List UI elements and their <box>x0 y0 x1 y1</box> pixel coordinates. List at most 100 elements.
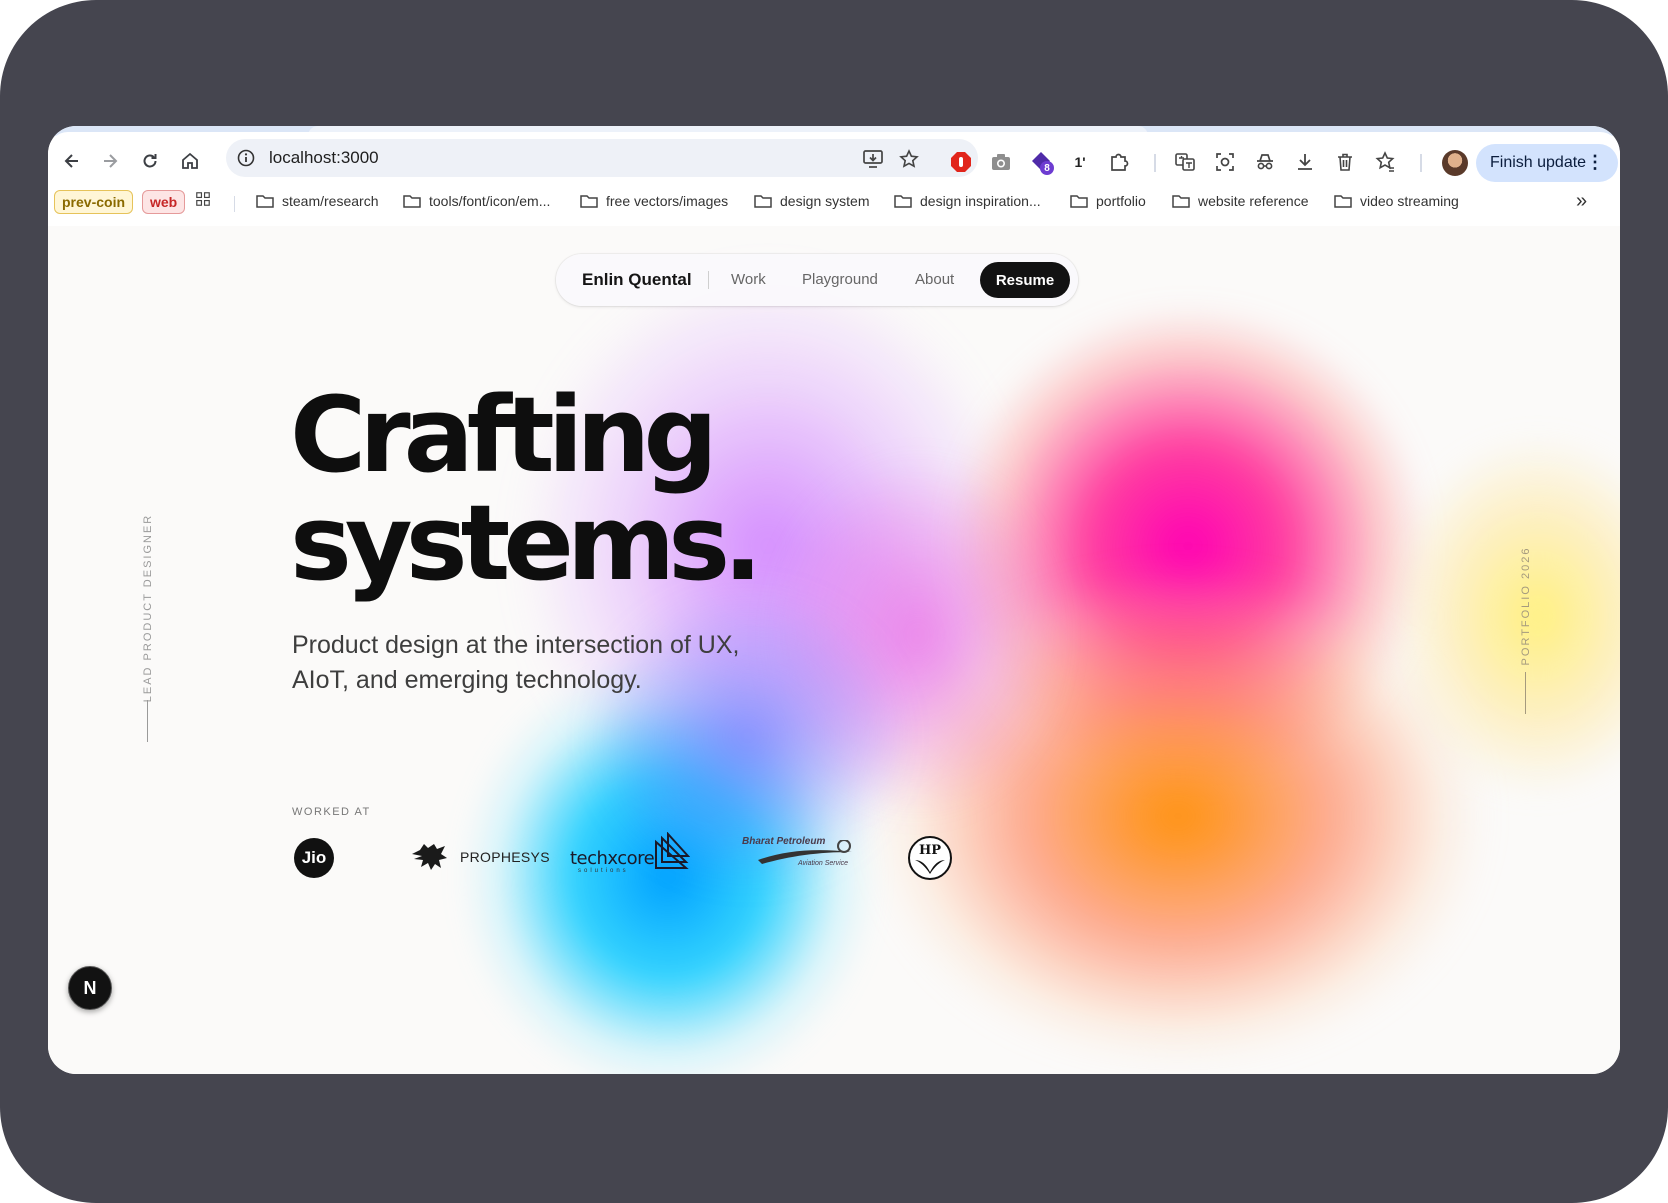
hero-title: Crafting systems. <box>290 374 763 604</box>
hero-title-line-2: systems. <box>290 482 763 604</box>
bookmark-label: video streaming <box>1360 193 1459 209</box>
browser-window: localhost:3000 8 1' Finish update ⋮ prev… <box>48 126 1620 1074</box>
techxcore-stack-icon <box>655 832 690 869</box>
extension-count-badge: 8 <box>1040 161 1054 175</box>
folder-icon <box>1172 195 1190 208</box>
bookmark-folder-portfolio[interactable]: portfolio <box>1070 193 1146 209</box>
logo-jio: Jio <box>294 838 334 878</box>
bookmark-chip-web[interactable]: web <box>142 190 186 214</box>
hp-emblem-icon <box>915 860 945 874</box>
bookmark-folder-website-reference[interactable]: website reference <box>1172 193 1309 209</box>
url-text[interactable]: localhost:3000 <box>269 148 379 168</box>
folder-icon <box>894 195 912 208</box>
logo-prophesys: PROPHESYS <box>410 840 550 874</box>
folder-icon <box>754 195 772 208</box>
folder-icon <box>256 195 274 208</box>
reload-icon <box>143 154 157 168</box>
toolbar-separator <box>1154 154 1156 172</box>
arrow-left-icon <box>64 154 78 168</box>
arrow-right-icon <box>104 154 118 168</box>
hero-subtitle-line-1: Product design at the intersection of UX… <box>292 631 740 659</box>
bookmark-label: design inspiration... <box>920 193 1041 209</box>
logo-techxcore: techxcore solutions <box>570 832 690 876</box>
page-viewport: Enlin Quental Work Playground About Resu… <box>48 226 1620 1074</box>
bookmark-folder-video-streaming[interactable]: video streaming <box>1334 193 1459 209</box>
bookmark-label: design system <box>780 193 870 209</box>
home-button[interactable] <box>174 145 206 177</box>
hp-wordmark: HP <box>918 843 942 858</box>
back-button[interactable] <box>56 145 88 177</box>
folder-icon <box>403 195 421 208</box>
top-nav: Enlin Quental Work Playground About Resu… <box>556 254 1078 306</box>
resume-button[interactable]: Resume <box>980 262 1070 298</box>
bookmark-chip-prev-coin[interactable]: prev-coin <box>54 190 134 214</box>
hero-title-line-1: Crafting <box>290 374 718 496</box>
finish-update-button[interactable]: Finish update ⋮ <box>1476 144 1618 182</box>
bookmark-label: website reference <box>1198 193 1309 209</box>
bookmark-folder-tools[interactable]: tools/font/icon/em... <box>403 193 550 209</box>
techxcore-wordmark: techxcore <box>570 848 655 869</box>
nav-link-playground[interactable]: Playground <box>802 271 878 288</box>
adblock-extension-icon[interactable] <box>948 149 974 175</box>
griffin-icon <box>412 844 447 870</box>
side-label-right: PORTFOLIO 2026 <box>1518 546 1534 666</box>
site-info-icon[interactable] <box>236 148 256 168</box>
bookmarks-overflow-icon[interactable]: » <box>1576 190 1587 213</box>
bookmark-folder-design-system[interactable]: design system <box>754 193 869 209</box>
nav-divider <box>708 271 709 289</box>
device-frame: localhost:3000 8 1' Finish update ⋮ prev… <box>0 0 1668 1203</box>
download-icon[interactable] <box>1292 149 1318 175</box>
bookmark-label: free vectors/images <box>606 193 729 209</box>
folder-icon <box>1334 195 1352 208</box>
profile-avatar[interactable] <box>1442 150 1468 176</box>
bookmark-folder-free-vectors[interactable]: free vectors/images <box>580 193 728 209</box>
incognito-icon[interactable] <box>1252 149 1278 175</box>
prophesys-wordmark: PROPHESYS <box>460 849 550 865</box>
bharat-petroleum-tagline: Aviation Service <box>798 860 849 867</box>
counter-extension[interactable]: 1' <box>1067 149 1093 175</box>
folder-icon <box>580 195 598 208</box>
bookmark-star-icon[interactable] <box>898 148 920 170</box>
bookmark-label: steam/research <box>282 193 379 209</box>
apps-grid-icon[interactable] <box>194 192 212 206</box>
folder-icon <box>1070 195 1088 208</box>
portfolio-year-label: PORTFOLIO 2026 <box>1520 546 1532 666</box>
install-app-icon[interactable] <box>862 148 884 170</box>
translate-icon[interactable] <box>1172 149 1198 175</box>
jio-logo: Jio <box>294 838 334 878</box>
logo-hp: HP <box>908 836 952 880</box>
home-icon <box>182 152 198 169</box>
bookmark-folder-steam-research[interactable]: steam/research <box>256 193 378 209</box>
extension-badge-icon[interactable]: 8 <box>1028 149 1054 175</box>
hero-subtitle: Product design at the intersection of UX… <box>292 628 852 698</box>
side-rule-left <box>147 700 148 742</box>
hero-subtitle-line-2: AIoT, and emerging technology. <box>292 666 642 694</box>
role-label: LEAD PRODUCT DESIGNER <box>142 513 154 703</box>
nav-link-about[interactable]: About <box>915 271 954 288</box>
bookmarks-bar: prev-coin web steam/research tools/font/… <box>48 184 1620 227</box>
side-rule-right <box>1525 672 1526 714</box>
logo-bharat-petroleum: Bharat Petroleum Aviation Service <box>742 830 856 870</box>
camera-extension-icon[interactable] <box>988 149 1014 175</box>
bookmarks-separator <box>234 196 235 212</box>
puzzle-extension-icon[interactable] <box>1106 149 1132 175</box>
bookmark-folder-design-inspiration[interactable]: design inspiration... <box>894 193 1041 209</box>
kebab-menu-icon[interactable]: ⋮ <box>1586 152 1604 172</box>
finish-update-label: Finish update <box>1490 154 1587 171</box>
worked-at-heading: WORKED AT <box>292 806 371 818</box>
trash-icon[interactable] <box>1332 149 1358 175</box>
nav-link-work[interactable]: Work <box>731 271 766 288</box>
techxcore-tagline: solutions <box>578 868 629 874</box>
reading-list-icon[interactable] <box>1372 149 1398 175</box>
toolbar-separator <box>1420 154 1422 172</box>
bookmark-label: tools/font/icon/em... <box>429 193 551 209</box>
forward-button[interactable] <box>94 145 126 177</box>
lens-icon[interactable] <box>1212 149 1238 175</box>
browser-toolbar: localhost:3000 8 1' Finish update ⋮ <box>48 132 1620 190</box>
side-label-left: LEAD PRODUCT DESIGNER <box>140 514 156 703</box>
bookmark-label: portfolio <box>1096 193 1146 209</box>
address-bar[interactable]: localhost:3000 <box>226 139 978 177</box>
nextjs-dev-badge[interactable]: N <box>68 966 112 1010</box>
reload-button[interactable] <box>134 145 166 177</box>
brand-name[interactable]: Enlin Quental <box>582 270 692 290</box>
